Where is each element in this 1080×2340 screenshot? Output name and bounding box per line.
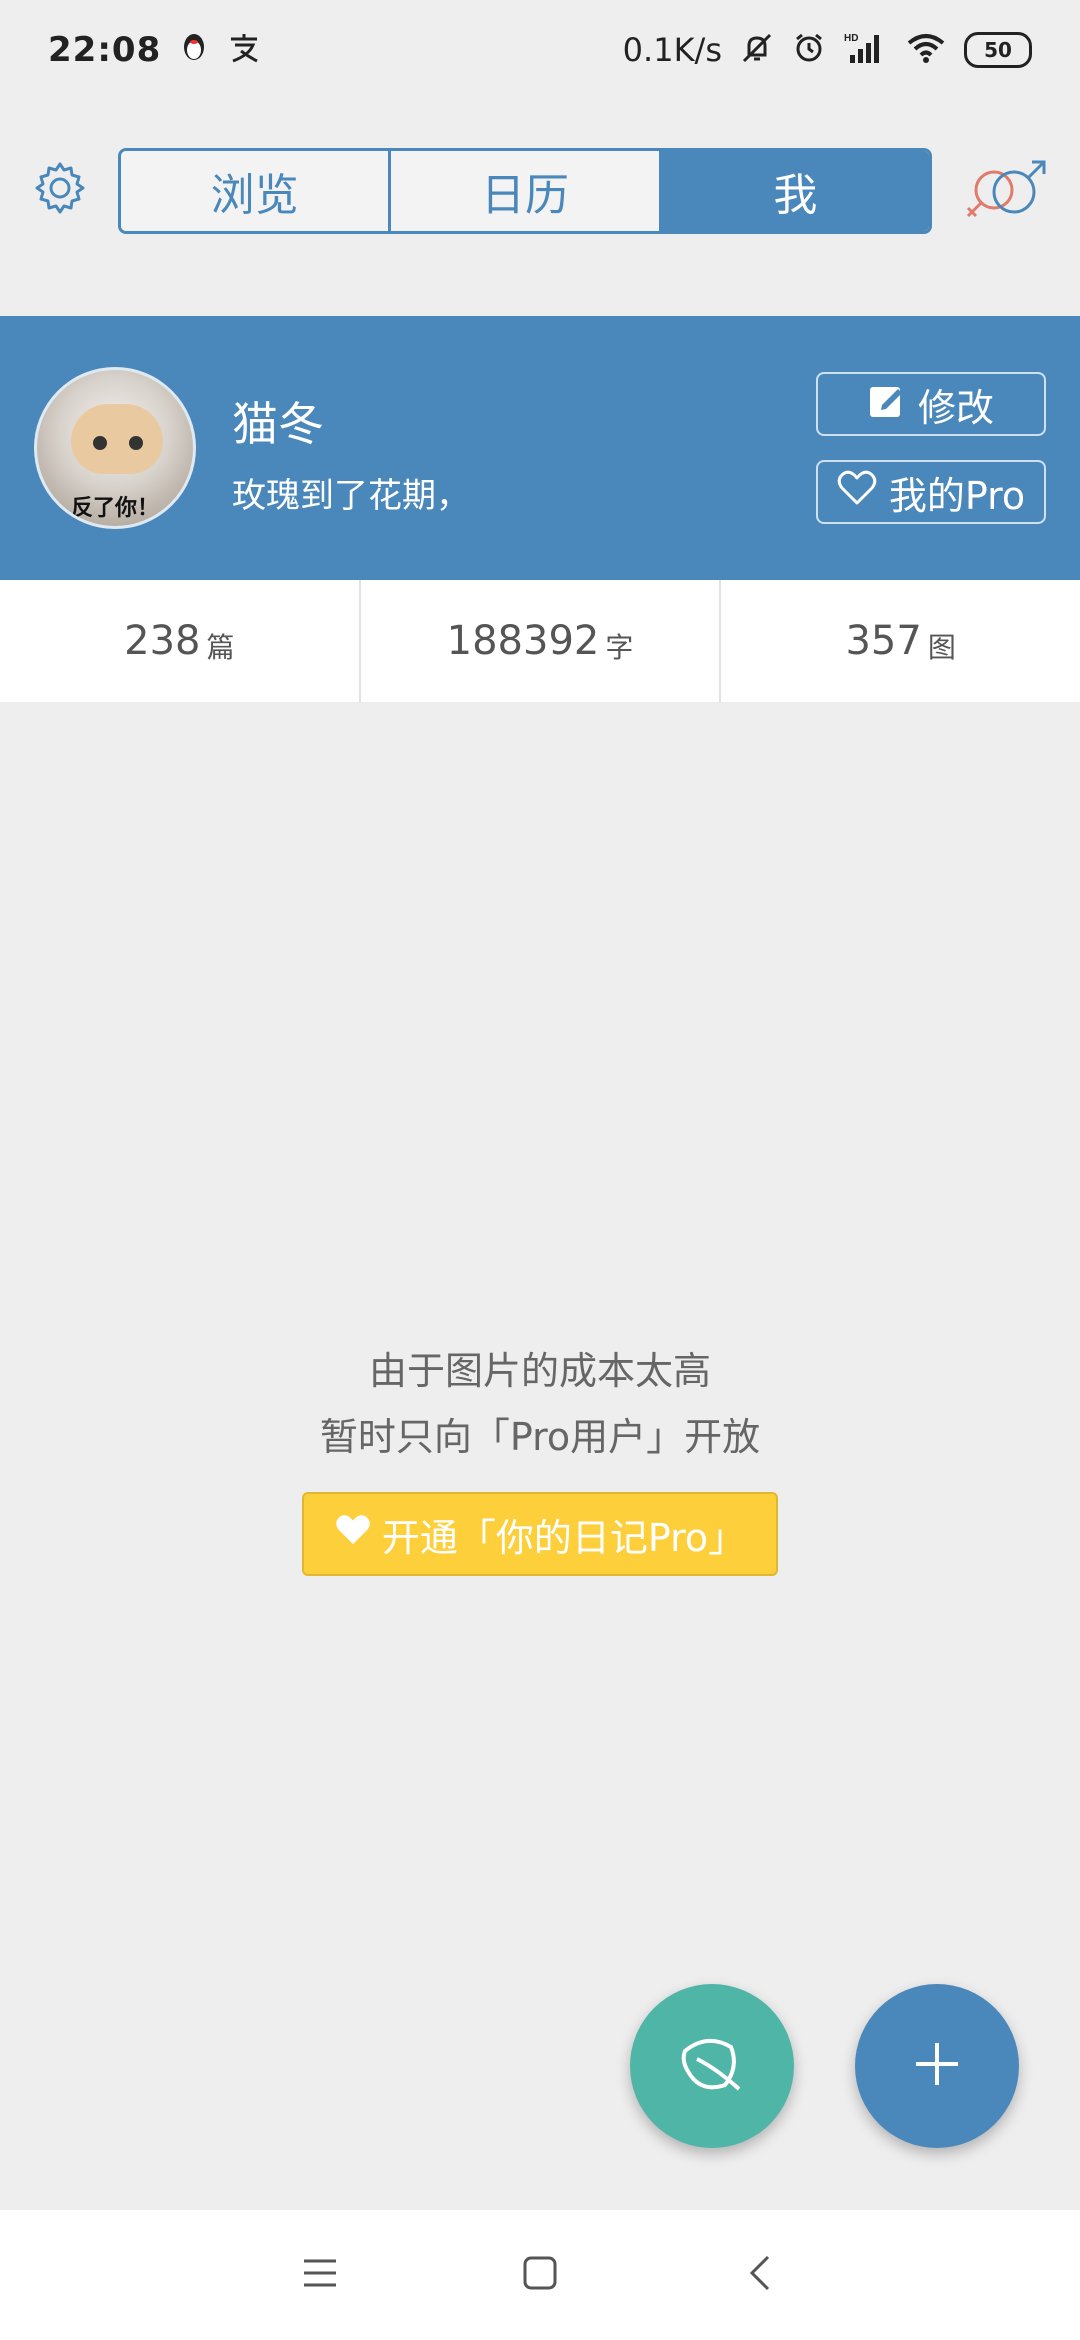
profile-banner: 反了你！ 猫冬 玫瑰到了花期， 修改 我的Pro: [0, 316, 1080, 580]
mute-bell-icon: [740, 31, 774, 69]
svg-text:HD: HD: [844, 33, 858, 44]
stats-row: 238 篇 188392 字 357 图: [0, 580, 1080, 702]
upgrade-pro-button[interactable]: 开通「你的日记Pro」: [302, 1492, 778, 1576]
my-pro-button[interactable]: 我的Pro: [816, 460, 1046, 524]
profile-bio: 玫瑰到了花期，: [232, 476, 470, 516]
home-nav-button[interactable]: [510, 2245, 570, 2305]
stat-unit: 图: [927, 631, 956, 664]
gender-symbol-icon: [962, 160, 1052, 232]
wifi-icon: [906, 31, 946, 69]
settings-button[interactable]: [30, 160, 90, 220]
back-chevron-icon: [746, 2253, 774, 2297]
heart-icon: [334, 1512, 372, 1556]
leaf-icon: [677, 2029, 747, 2103]
stat-value: 238: [124, 618, 201, 664]
stat-entries: 238 篇: [0, 580, 361, 702]
stat-images: 357 图: [721, 580, 1080, 702]
message-line-1: 由于图片的成本太高: [368, 1349, 711, 1393]
edit-icon: [868, 381, 906, 428]
header: 浏览 日历 我: [0, 100, 1080, 316]
leaf-fab-button[interactable]: [630, 1984, 794, 2148]
tab-browse[interactable]: 浏览: [121, 151, 392, 231]
hd-signal-icon: HD: [844, 31, 888, 69]
avatar[interactable]: 反了你！: [34, 367, 196, 529]
heart-outline-icon: [837, 470, 877, 515]
stat-unit: 篇: [206, 631, 235, 664]
qq-icon: [179, 31, 209, 69]
status-left: 22:08: [48, 30, 261, 70]
avatar-cat-eye: [129, 436, 143, 450]
menu-nav-button[interactable]: [290, 2245, 350, 2305]
add-entry-fab-button[interactable]: [855, 1984, 1019, 2148]
tab-calendar[interactable]: 日历: [391, 151, 662, 231]
edit-profile-button[interactable]: 修改: [816, 372, 1046, 436]
tab-bar: 浏览 日历 我: [118, 148, 932, 234]
avatar-caption: 反了你！: [70, 496, 159, 521]
back-nav-button[interactable]: [730, 2245, 790, 2305]
status-time: 22:08: [48, 30, 162, 70]
my-pro-label: 我的Pro: [888, 473, 1026, 518]
tab-me[interactable]: 我: [661, 151, 929, 231]
menu-icon: [302, 2257, 338, 2293]
avatar-cat-eye: [93, 436, 107, 450]
edit-profile-label: 修改: [917, 385, 994, 430]
stat-value: 188392: [446, 618, 600, 664]
gear-icon: [32, 160, 88, 220]
home-square-icon: [522, 2255, 558, 2295]
avatar-cat-face: [71, 404, 163, 474]
gender-button[interactable]: [962, 158, 1052, 228]
status-right: 0.1K/s HD 50: [623, 31, 1032, 69]
alipay-icon: [227, 31, 261, 69]
status-bar: 22:08 0.1K/s HD 50: [0, 0, 1080, 100]
battery-icon: 50: [964, 32, 1032, 68]
network-speed: 0.1K/s: [622, 31, 722, 69]
stat-value: 357: [845, 618, 922, 664]
stat-characters: 188392 字: [361, 580, 722, 702]
alarm-icon: [792, 31, 826, 69]
pro-only-message: 由于图片的成本太高 暂时只向「Pro用户」开放: [0, 1338, 1080, 1470]
upgrade-pro-label: 开通「你的日记Pro」: [381, 1515, 747, 1560]
message-line-2: 暂时只向「Pro用户」开放: [319, 1415, 761, 1459]
system-nav-bar: [0, 2210, 1080, 2340]
stat-unit: 字: [605, 631, 634, 664]
plus-icon: [912, 2039, 962, 2093]
profile-name: 猫冬: [232, 397, 324, 451]
